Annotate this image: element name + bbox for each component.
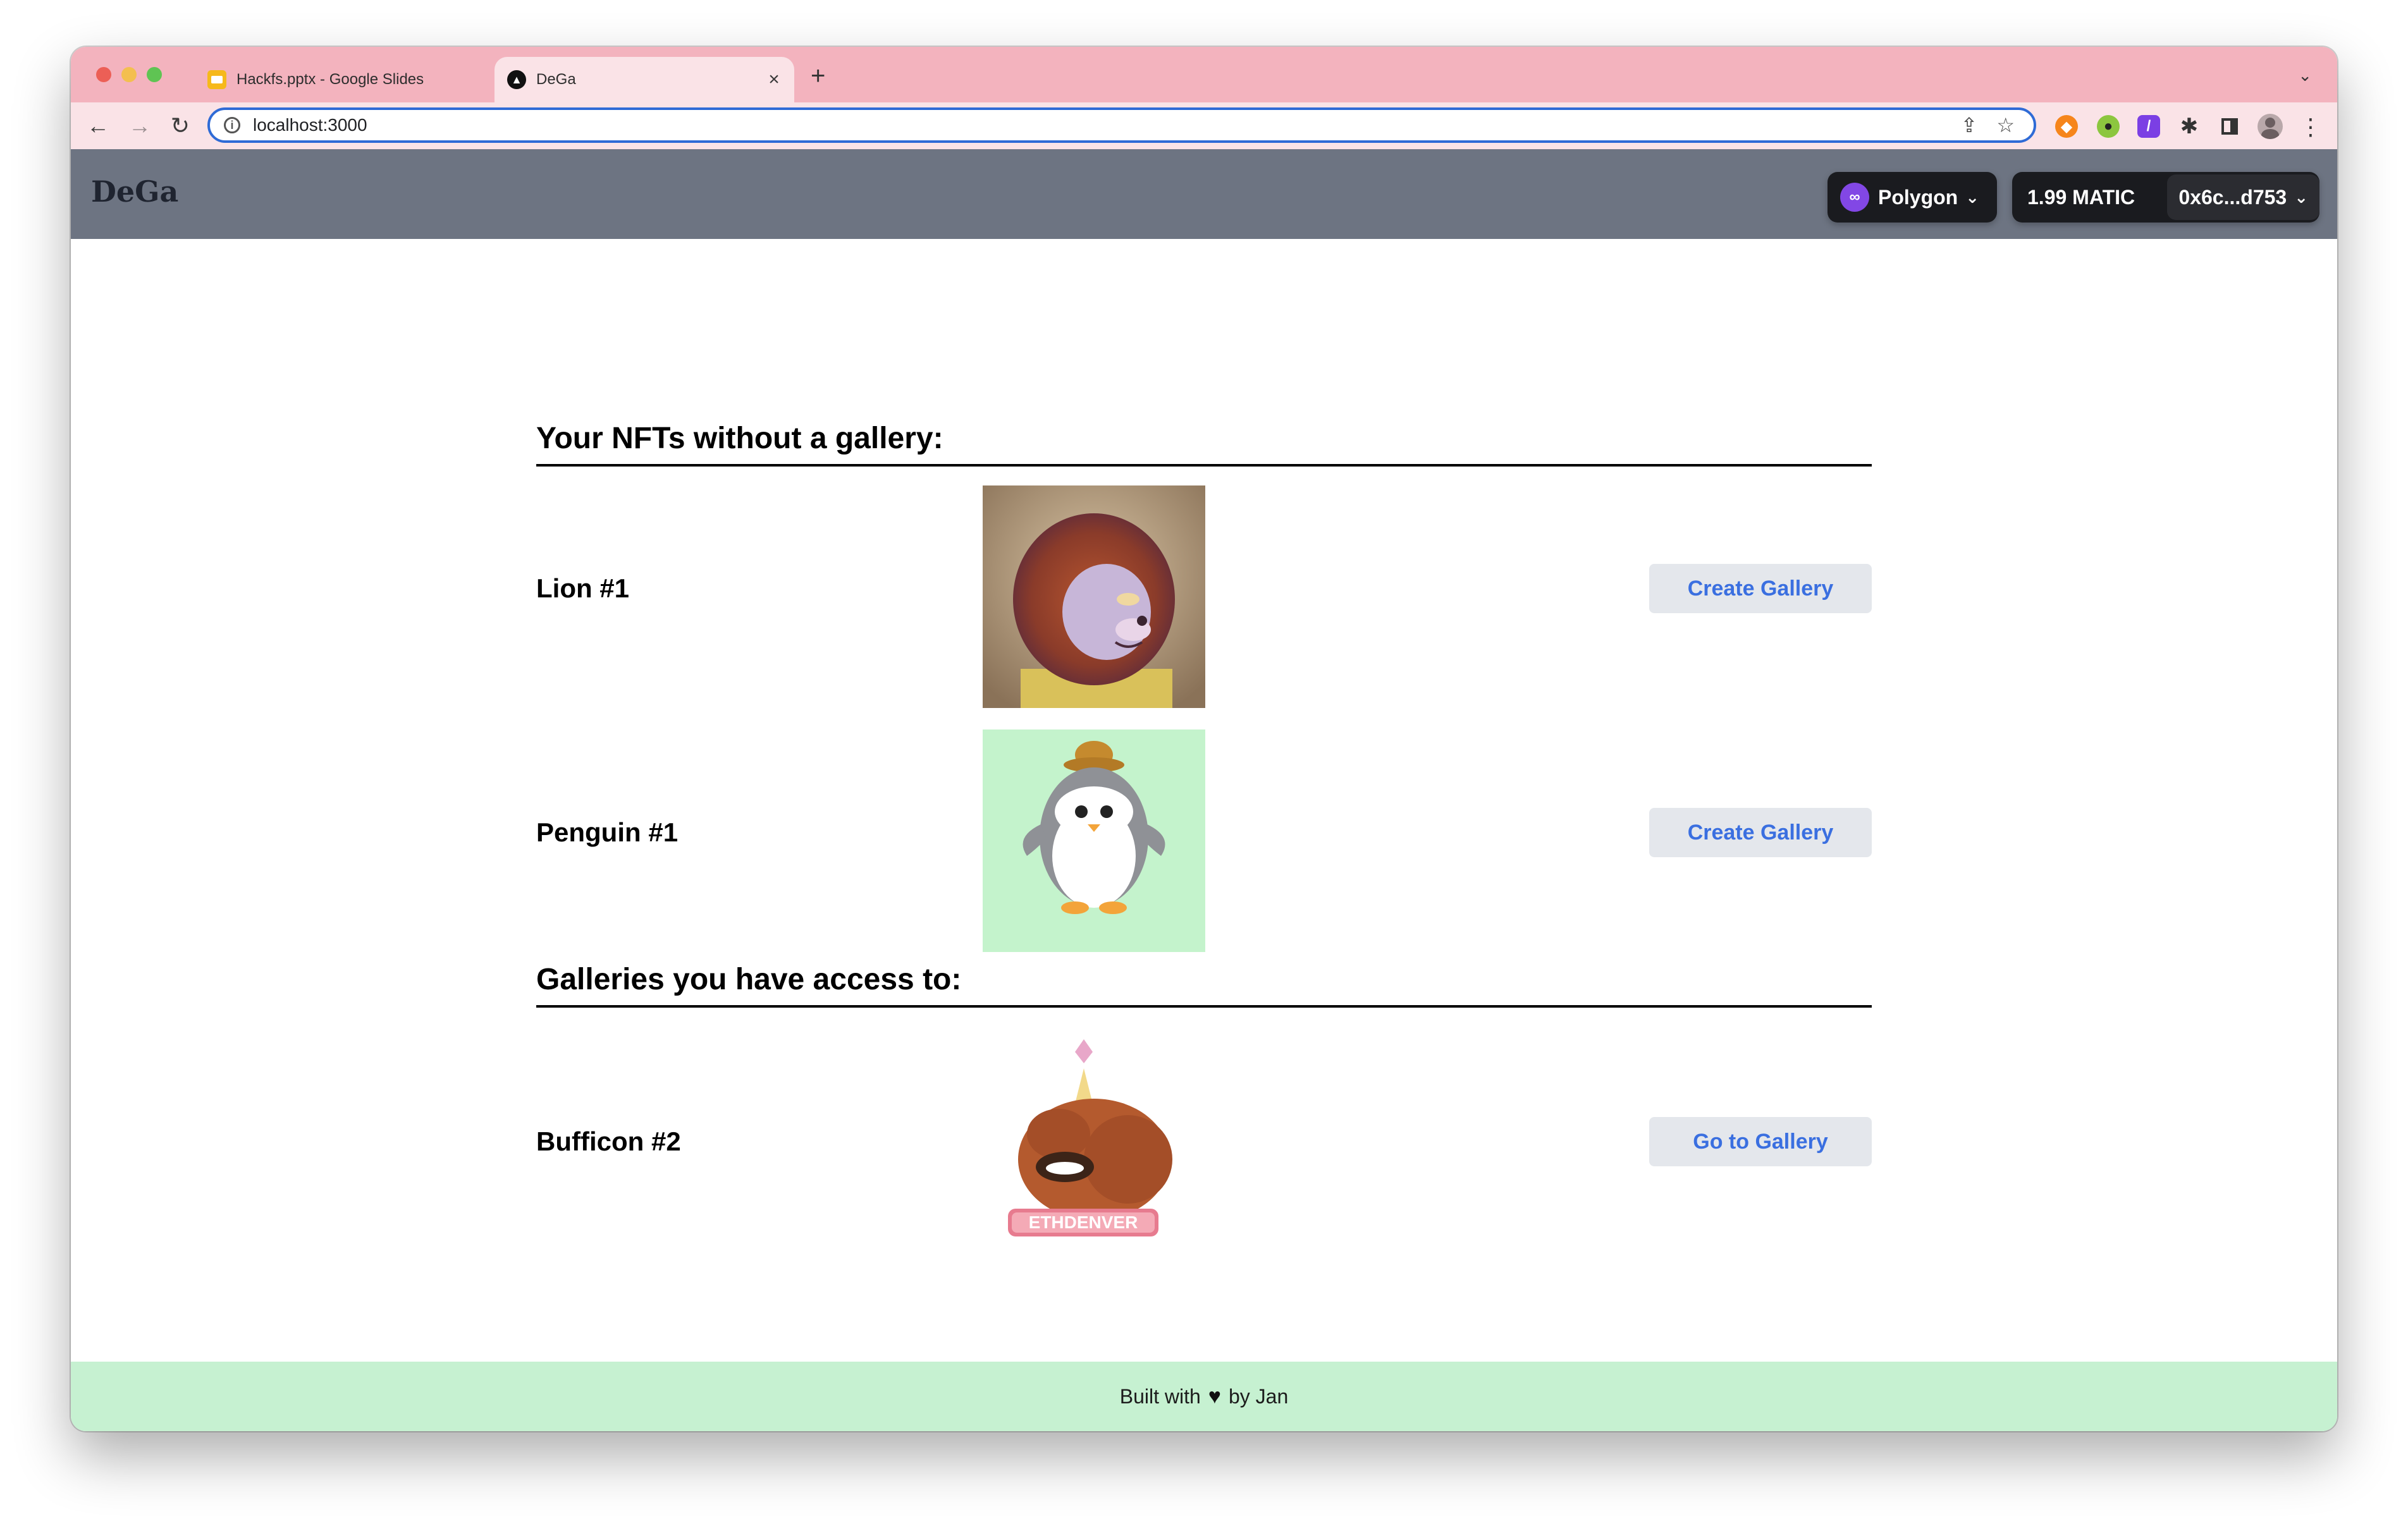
wallet-address-label: 0x6c...d753 <box>2178 185 2287 209</box>
close-window-button[interactable] <box>96 67 111 82</box>
network-label: Polygon <box>1878 185 1958 209</box>
footer: Built with ♥ by Jan <box>71 1362 2337 1431</box>
create-gallery-button[interactable]: Create Gallery <box>1649 564 1872 613</box>
maximize-window-button[interactable] <box>147 67 162 82</box>
browser-toolbar: ← → ↻ i localhost:3000 ⇪ ☆ ◆ ● / ✱ ⋮ <box>71 102 2337 149</box>
network-selector-button[interactable]: ∞ Polygon ⌄ <box>1828 172 1997 223</box>
tab-dega[interactable]: ▲ DeGa × <box>494 57 794 102</box>
create-gallery-button[interactable]: Create Gallery <box>1649 808 1872 857</box>
close-tab-icon[interactable]: × <box>760 69 788 90</box>
back-arrow-icon[interactable]: ← <box>83 111 113 140</box>
bufficon-nft-image: ETHDENVER <box>983 1033 1205 1255</box>
heart-icon: ♥ <box>1208 1384 1221 1408</box>
tab-search-chevron-icon[interactable]: ⌄ <box>2298 66 2312 85</box>
browser-menu-icon[interactable]: ⋮ <box>2299 114 2322 140</box>
metamask-extension-icon[interactable]: ◆ <box>2055 115 2078 138</box>
penguin-nft-image <box>983 729 1205 952</box>
chevron-down-icon: ⌄ <box>2294 187 2308 207</box>
footer-prefix: Built with <box>1119 1384 1201 1408</box>
green-extension-icon[interactable]: ● <box>2097 115 2120 138</box>
balance-label: 1.99 MATIC <box>2027 185 2135 209</box>
reload-icon[interactable]: ↻ <box>166 111 195 140</box>
forward-arrow-icon[interactable]: → <box>125 111 154 140</box>
footer-suffix: by Jan <box>1228 1384 1289 1408</box>
go-to-gallery-button[interactable]: Go to Gallery <box>1649 1117 1872 1166</box>
app-navbar: DeGa ∞ Polygon ⌄ 1.99 MATIC 0x6c...d753 … <box>71 149 2337 239</box>
tab-title: Hackfs.pptx - Google Slides <box>236 71 424 88</box>
wallet-address[interactable]: 0x6c...d753 ⌄ <box>2167 174 2319 220</box>
nft-row: Penguin #1 Create Gallery <box>536 711 1872 955</box>
google-slides-icon <box>207 70 226 89</box>
nft-name: Penguin #1 <box>536 817 679 847</box>
side-panel-icon[interactable] <box>2218 115 2241 138</box>
main-content: Your NFTs without a gallery: Lion #1 Cre… <box>536 413 1872 1276</box>
account-button[interactable]: 1.99 MATIC 0x6c...d753 ⌄ <box>2012 172 2319 223</box>
browser-window: Hackfs.pptx - Google Slides × ▲ DeGa × +… <box>71 47 2337 1431</box>
dega-favicon-icon: ▲ <box>507 70 526 89</box>
url-text[interactable]: localhost:3000 <box>253 115 1961 135</box>
gallery-name: Bufficon #2 <box>536 1126 681 1156</box>
section-heading-nfts-without-gallery: Your NFTs without a gallery: <box>536 413 1872 467</box>
chevron-down-icon: ⌄ <box>1965 187 1980 207</box>
extensions-puzzle-icon[interactable]: ✱ <box>2178 114 2201 138</box>
profile-avatar[interactable] <box>2258 114 2283 139</box>
brand-logo[interactable]: DeGa <box>91 174 178 209</box>
bookmark-star-icon[interactable]: ☆ <box>1996 113 2015 137</box>
svg-text:ETHDENVER: ETHDENVER <box>1029 1212 1138 1232</box>
polygon-icon: ∞ <box>1840 183 1869 212</box>
section-heading-galleries-access: Galleries you have access to: <box>536 955 1872 1008</box>
nft-name: Lion #1 <box>536 573 630 603</box>
nft-row: Lion #1 Create Gallery <box>536 467 1872 711</box>
share-icon[interactable]: ⇪ <box>1961 113 1978 137</box>
address-bar[interactable]: i localhost:3000 ⇪ ☆ <box>207 107 2036 143</box>
tab-strip: Hackfs.pptx - Google Slides × ▲ DeGa × +… <box>71 47 2337 102</box>
gallery-row: Bufficon #2 ETHDENVER Go to Gallery <box>536 1008 1872 1276</box>
purple-extension-icon[interactable]: / <box>2137 115 2160 138</box>
minimize-window-button[interactable] <box>121 67 137 82</box>
site-info-icon[interactable]: i <box>224 117 240 133</box>
lion-nft-image <box>983 485 1205 708</box>
tab-title: DeGa <box>536 71 576 88</box>
new-tab-icon[interactable]: + <box>811 63 825 89</box>
